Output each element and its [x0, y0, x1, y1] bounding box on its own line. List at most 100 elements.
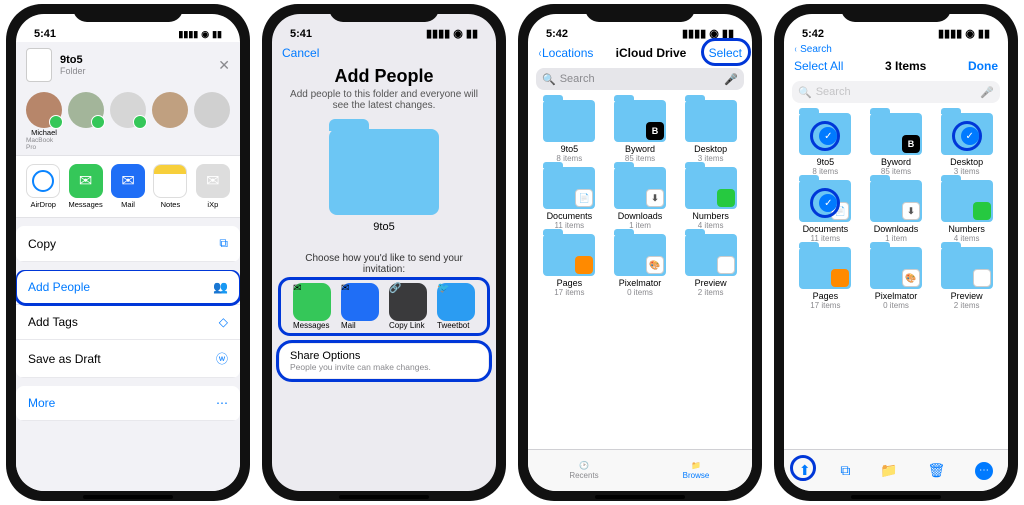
folder-name: Pages: [557, 278, 583, 288]
more-icon: ⋯: [216, 396, 228, 410]
search-input[interactable]: 🔍 Search 🎤: [536, 68, 744, 90]
app-label: Copy Link: [389, 321, 427, 330]
folder-item[interactable]: Desktop3 items: [675, 100, 746, 163]
share-app[interactable]: ✉Mail: [111, 164, 145, 209]
duplicate-button[interactable]: ⧉: [840, 462, 850, 479]
share-app[interactable]: Notes: [153, 164, 187, 209]
action-add-tags[interactable]: Add Tags ◇: [16, 305, 240, 340]
share-button[interactable]: ⬆︎: [799, 462, 811, 478]
share-app[interactable]: ✉ Messages: [68, 164, 102, 209]
app-label: Mail: [121, 200, 135, 209]
trash-button[interactable]: 🗑: [927, 462, 945, 479]
folder-sub: 17 items: [554, 288, 584, 297]
tab-browse[interactable]: 📁 Browse: [640, 450, 752, 491]
app-icon: ✉: [196, 164, 230, 198]
folder-name: Pages: [813, 291, 839, 301]
action-save-draft[interactable]: Save as Draft ⓦ: [16, 340, 240, 378]
contact-name: Michael: [31, 128, 57, 137]
share-app[interactable]: ✉ iXp: [196, 164, 230, 209]
folder-item[interactable]: BByword85 items: [605, 100, 676, 163]
status-time: 5:41: [34, 28, 56, 40]
page-title: iCloud Drive: [616, 46, 687, 60]
folder-name: Desktop: [694, 144, 727, 154]
move-button[interactable]: 📁: [880, 462, 897, 479]
more-button[interactable]: ⋯: [975, 462, 993, 480]
page-title: Add People: [282, 66, 486, 87]
folder-name: Preview: [951, 291, 983, 301]
copy-icon: ⧉: [219, 236, 228, 251]
app-label: Messages: [69, 200, 103, 209]
contact-item[interactable]: [194, 92, 230, 151]
done-button[interactable]: Done: [968, 59, 998, 73]
folder-name: Downloads: [618, 211, 663, 221]
folder-item[interactable]: ✓Desktop3 items: [931, 113, 1002, 176]
share-options-row[interactable]: Share Options People you invite can make…: [280, 344, 488, 378]
tab-recents[interactable]: 🕑 Recents: [528, 450, 640, 491]
status-right: ▮▮▮▮◉▮▮: [178, 29, 222, 40]
invite-app[interactable]: ✉Mail: [341, 283, 379, 330]
folder-item[interactable]: 🎨Pixelmator0 items: [605, 234, 676, 297]
avatar-icon: [68, 92, 104, 128]
selected-check-icon: ✓: [961, 127, 979, 145]
folder-item[interactable]: 🎨Pixelmator0 items: [861, 247, 932, 310]
select-button[interactable]: Select: [709, 46, 742, 60]
cancel-button[interactable]: Cancel: [282, 46, 319, 60]
folder-item[interactable]: Preview2 items: [675, 234, 746, 297]
folder-item[interactable]: Numbers4 items: [931, 180, 1002, 243]
app-icon: [153, 164, 187, 198]
app-icon: ✉: [293, 283, 331, 321]
action-copy[interactable]: Copy ⧉: [16, 226, 240, 262]
folder-icon: 📁: [691, 461, 701, 470]
app-icon: 🔗: [389, 283, 427, 321]
invite-app[interactable]: 🐦Tweetbot: [437, 283, 475, 330]
folder-item[interactable]: Pages17 items: [790, 247, 861, 310]
folder-item[interactable]: Pages17 items: [534, 234, 605, 297]
folder-item[interactable]: 📄✓Documents11 items: [790, 180, 861, 243]
action-add-people[interactable]: Add People 👥: [16, 270, 240, 305]
action-save-draft-label: Save as Draft: [28, 352, 101, 366]
folder-name: Numbers: [692, 211, 729, 221]
invite-app[interactable]: 🔗Copy Link: [389, 283, 427, 330]
avatar-icon: [152, 92, 188, 128]
tab-recents-label: Recents: [569, 471, 598, 480]
folder-icon: 📄✓: [799, 180, 851, 222]
app-badge-icon: ⬇: [646, 189, 664, 207]
app-badge-icon: [717, 256, 735, 274]
back-button[interactable]: ‹Locations: [538, 46, 593, 60]
close-icon[interactable]: ✕: [218, 57, 230, 74]
folder-name: Downloads: [874, 224, 919, 234]
folder-item[interactable]: ⬇Downloads1 item: [605, 167, 676, 230]
app-badge-icon: 🎨: [902, 269, 920, 287]
app-label: iXp: [207, 200, 218, 209]
folder-icon: [543, 234, 595, 276]
page-subtitle: Add people to this folder and everyone w…: [282, 89, 486, 111]
folder-item[interactable]: ⬇Downloads1 item: [861, 180, 932, 243]
action-more[interactable]: More ⋯: [16, 386, 240, 421]
contact-item[interactable]: MichaelMacBook Pro: [26, 92, 62, 151]
contact-item[interactable]: [68, 92, 104, 151]
folder-preview-icon: [329, 129, 439, 215]
folder-item[interactable]: Numbers4 items: [675, 167, 746, 230]
status-right: ▮▮▮▮ ◉ ▮▮: [682, 27, 734, 40]
app-icon: ✉: [69, 164, 103, 198]
tag-icon: ◇: [219, 315, 228, 329]
invite-app[interactable]: ✉Messages: [293, 283, 331, 330]
file-icon: [26, 48, 52, 82]
folder-item[interactable]: ✓9to58 items: [790, 113, 861, 176]
app-icon: ✉: [341, 283, 379, 321]
folder-icon: B: [870, 113, 922, 155]
select-all-button[interactable]: Select All: [794, 59, 843, 73]
folder-icon: B: [614, 100, 666, 142]
contact-item[interactable]: [110, 92, 146, 151]
folder-item[interactable]: 9to58 items: [534, 100, 605, 163]
share-app[interactable]: AirDrop: [26, 164, 60, 209]
folder-icon: [685, 167, 737, 209]
folder-item[interactable]: 📄Documents11 items: [534, 167, 605, 230]
app-badge-icon: 📄: [575, 189, 593, 207]
folder-item[interactable]: BByword85 items: [861, 113, 932, 176]
folder-icon: [941, 247, 993, 289]
folder-item[interactable]: Preview2 items: [931, 247, 1002, 310]
app-badge-icon: [575, 256, 593, 274]
contact-item[interactable]: [152, 92, 188, 151]
share-options-label: Share Options: [290, 350, 478, 362]
